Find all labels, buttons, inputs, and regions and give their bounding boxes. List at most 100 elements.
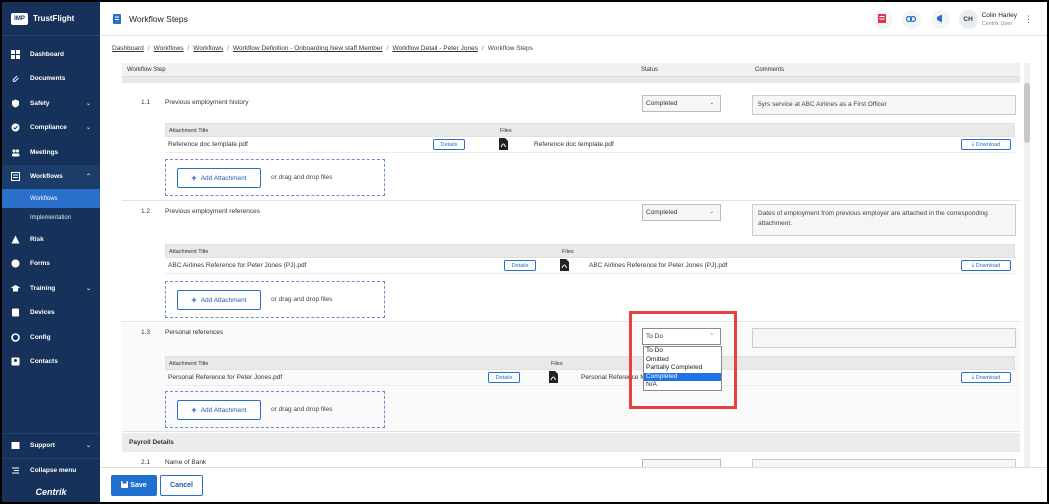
attachment-title-header: Attachment Title bbox=[169, 249, 209, 255]
breadcrumb-link-workflow-detail[interactable]: Workflow Detail - Peter Jones bbox=[392, 45, 478, 52]
sidebar-item-meetings[interactable]: Meetings bbox=[2, 140, 100, 165]
sidebar-item-label: Support bbox=[30, 442, 55, 450]
workflow-step-1-1: 1.1 Previous employment history Complete… bbox=[122, 93, 1020, 201]
details-button[interactable]: Details bbox=[488, 372, 520, 383]
workflow-step-2-1: 2.1 Name of Bank bbox=[122, 453, 1020, 467]
user-info[interactable]: Colin Harley Centrik User bbox=[982, 12, 1017, 28]
save-button[interactable]: Save bbox=[111, 475, 157, 496]
devices-icon bbox=[11, 308, 20, 317]
download-button[interactable]: ⤓ Download bbox=[961, 260, 1011, 271]
more-options-icon[interactable]: ⋮ bbox=[1024, 14, 1033, 25]
report-button[interactable] bbox=[872, 10, 892, 29]
sidebar-item-safety[interactable]: Safety ⌄ bbox=[2, 91, 100, 116]
sidebar-item-documents[interactable]: Documents bbox=[2, 67, 100, 92]
save-icon bbox=[121, 481, 129, 490]
download-button[interactable]: ⤓ Download bbox=[961, 139, 1011, 150]
file-name-link[interactable]: Reference doc template.pdf bbox=[534, 141, 614, 148]
support-icon bbox=[11, 441, 20, 450]
file-name-link[interactable]: ABC Airlines Reference for Peter Jones (… bbox=[589, 262, 727, 269]
workflow-step-1-2: 1.2 Previous employment references Compl… bbox=[122, 202, 1020, 322]
sidebar-item-label: Contacts bbox=[30, 358, 58, 366]
content-scrollbar[interactable] bbox=[1024, 63, 1030, 467]
attachment-title: Personal Reference for Peter Jones.pdf bbox=[168, 374, 283, 381]
files-header: Files bbox=[562, 249, 574, 255]
sidebar-item-label: Risk bbox=[30, 235, 44, 243]
scrollbar-thumb[interactable] bbox=[1024, 83, 1030, 143]
attachments-table: Attachment Title Files ABC Airlines Refe… bbox=[165, 244, 1015, 274]
sidebar-nav: Dashboard Documents Safety ⌄ Compliance … bbox=[2, 36, 100, 374]
chevron-down-icon: ⌄ bbox=[85, 100, 91, 107]
cancel-button[interactable]: Cancel bbox=[160, 475, 203, 496]
sidebar-item-compliance[interactable]: Compliance ⌄ bbox=[2, 116, 100, 141]
sidebar-item-risk[interactable]: Risk bbox=[2, 227, 100, 252]
files-header: Files bbox=[500, 128, 512, 134]
breadcrumb-link-workflows-list[interactable]: Workflows bbox=[193, 45, 223, 52]
collapse-menu-button[interactable]: Collapse menu bbox=[2, 457, 100, 483]
avatar[interactable]: CH bbox=[958, 10, 978, 29]
chevron-down-icon: ⌄ bbox=[85, 125, 91, 132]
add-attachment-button[interactable]: + Add Attachment bbox=[177, 400, 261, 420]
workflow-steps-panel: Workflow Step Status Comments 1.1 Previo… bbox=[122, 63, 1020, 467]
download-button[interactable]: ⤓ Download bbox=[961, 372, 1011, 383]
link-button[interactable] bbox=[901, 10, 921, 29]
attachment-drop-zone[interactable]: + Add Attachment or drag and drop files bbox=[165, 281, 385, 318]
section-header-references bbox=[122, 77, 1020, 83]
comment-field[interactable] bbox=[752, 328, 1016, 348]
sidebar-bottom: Support ⌄ Collapse menu Centrik bbox=[2, 433, 100, 502]
details-button[interactable]: Details bbox=[433, 139, 465, 150]
shield-icon bbox=[11, 99, 20, 108]
sidebar-item-label: Workflows bbox=[30, 173, 63, 181]
sidebar-item-config[interactable]: Config bbox=[2, 325, 100, 350]
sidebar-item-contacts[interactable]: Contacts bbox=[2, 350, 100, 375]
add-attachment-button[interactable]: + Add Attachment bbox=[177, 290, 261, 310]
announcement-button[interactable] bbox=[930, 10, 950, 29]
attachment-drop-zone[interactable]: + Add Attachment or drag and drop files bbox=[165, 159, 385, 196]
comment-field[interactable]: Dates of employment from previous employ… bbox=[752, 204, 1016, 236]
sidebar-item-label: Safety bbox=[30, 99, 50, 107]
pdf-icon bbox=[549, 371, 558, 385]
drop-text: or drag and drop files bbox=[271, 174, 333, 181]
sidebar-subitem-workflows[interactable]: Workflows bbox=[2, 189, 100, 208]
add-attachment-button[interactable]: + Add Attachment bbox=[177, 168, 261, 188]
brand[interactable]: IMP TrustFlight bbox=[2, 2, 100, 36]
step-number: 2.1 bbox=[141, 459, 151, 466]
step-number: 1.2 bbox=[141, 208, 151, 215]
steps-column-headers: Workflow Step Status Comments bbox=[122, 63, 1020, 77]
breadcrumb-separator: / bbox=[481, 45, 484, 52]
form-footer: Save Cancel bbox=[100, 467, 1047, 502]
sidebar-item-dashboard[interactable]: Dashboard bbox=[2, 42, 100, 67]
sidebar-item-devices[interactable]: Devices bbox=[2, 301, 100, 326]
sidebar-item-training[interactable]: Training ⌄ bbox=[2, 276, 100, 301]
download-label: Download bbox=[975, 374, 1001, 381]
attachment-drop-zone[interactable]: + Add Attachment or drag and drop files bbox=[165, 391, 385, 428]
drop-text: or drag and drop files bbox=[271, 406, 333, 413]
status-select[interactable]: Completed ⌄ bbox=[642, 95, 721, 112]
status-select[interactable]: Completed ⌄ bbox=[642, 204, 721, 221]
top-header: Workflow Steps CH Colin Harley Centrik U… bbox=[100, 2, 1047, 36]
plus-icon: + bbox=[191, 173, 197, 183]
chevron-down-icon: ⌄ bbox=[709, 209, 714, 215]
attachment-row: Personal Reference for Peter Jones.pdf D… bbox=[165, 370, 1015, 386]
status-select[interactable] bbox=[642, 459, 721, 467]
step-number: 1.1 bbox=[141, 99, 151, 106]
breadcrumb-link-workflow-definition[interactable]: Workflow Definition - Onboarding New sta… bbox=[233, 45, 383, 52]
breadcrumb-link-dashboard[interactable]: Dashboard bbox=[112, 45, 144, 52]
breadcrumb-separator: / bbox=[187, 45, 190, 52]
attachments-table: Attachment Title Files Personal Referenc… bbox=[165, 356, 1015, 386]
breadcrumb-link-workflows[interactable]: Workflows bbox=[154, 45, 184, 52]
comment-field[interactable] bbox=[752, 459, 1016, 467]
sidebar-item-support[interactable]: Support ⌄ bbox=[2, 433, 100, 458]
chevron-down-icon: ⌄ bbox=[85, 285, 91, 292]
details-button[interactable]: Details bbox=[504, 260, 536, 271]
sidebar-subitem-implementation[interactable]: Implementation bbox=[2, 208, 100, 227]
sidebar-item-label: Dashboard bbox=[30, 50, 64, 58]
sidebar-item-label: Compliance bbox=[30, 124, 67, 132]
attachments-header: Attachment Title Files bbox=[165, 244, 1015, 258]
sidebar-item-workflows[interactable]: Workflows ⌃ bbox=[2, 164, 100, 189]
forms-icon bbox=[11, 259, 20, 268]
attachment-row: Reference doc template.pdf Details Refer… bbox=[165, 137, 1015, 153]
step-number: 1.3 bbox=[141, 329, 151, 336]
download-icon: ⤓ bbox=[971, 374, 975, 380]
comment-field[interactable]: 5yrs service at ABC Airlines as a First … bbox=[752, 95, 1016, 115]
sidebar-item-forms[interactable]: Forms bbox=[2, 252, 100, 277]
